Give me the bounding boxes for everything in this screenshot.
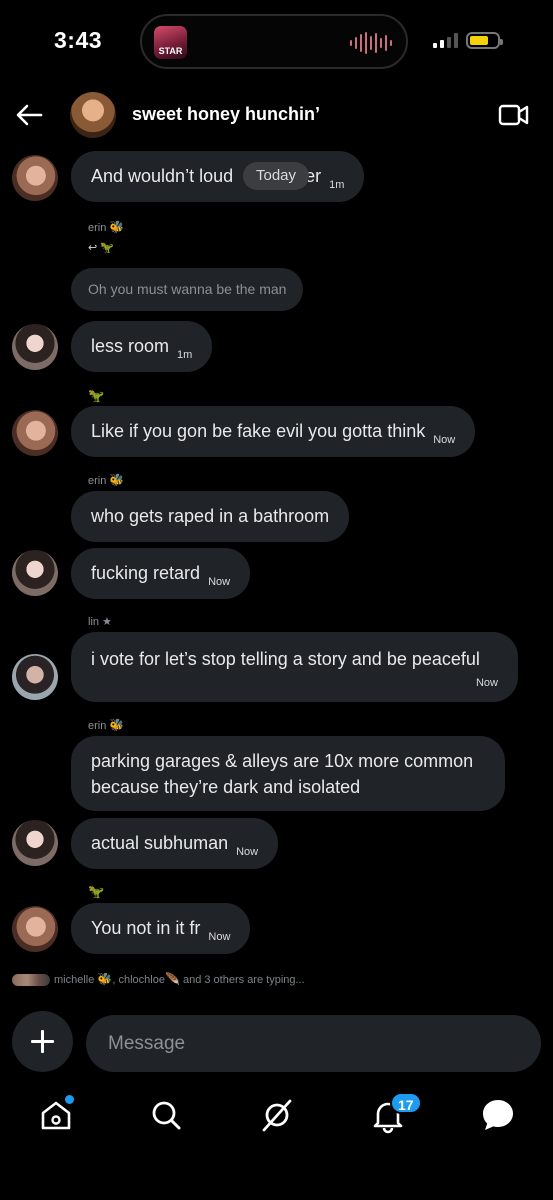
video-call-icon[interactable] xyxy=(497,101,531,129)
now-playing-label: STAR xyxy=(158,46,183,56)
message-timestamp: Now xyxy=(208,576,231,588)
sender-name: erin 🐝 xyxy=(88,220,125,234)
message-text: i vote for let’s stop telling a story an… xyxy=(91,649,480,669)
message-bubble[interactable]: And wouldn’t loud er 1m xyxy=(71,151,365,202)
sender-emoji: 🦖 xyxy=(88,388,105,403)
sender-emoji: 🐝 xyxy=(109,220,125,234)
home-icon[interactable] xyxy=(36,1095,76,1135)
notifications-icon[interactable]: 17 xyxy=(368,1092,422,1135)
conversation-title[interactable]: sweet honey hunchin’ xyxy=(132,104,320,125)
message-text: actual subhuman xyxy=(91,833,229,853)
sender-name: lin ★ xyxy=(88,616,112,628)
now-playing-thumbnail: STAR xyxy=(154,26,187,59)
notification-count-badge: 17 xyxy=(390,1092,422,1114)
message-text: less room xyxy=(91,336,170,356)
sender-avatar[interactable] xyxy=(12,654,58,700)
plus-icon[interactable] xyxy=(12,1011,73,1072)
message-text: And wouldn’t loud xyxy=(91,166,234,186)
search-icon[interactable] xyxy=(146,1095,186,1135)
message-text: who gets raped in a bathroom xyxy=(91,506,330,526)
conversation-header: sweet honey hunchin’ xyxy=(0,90,553,140)
bottom-tab-bar: 17 xyxy=(0,1085,553,1155)
message-timestamp: Now xyxy=(475,677,498,689)
message-bubble[interactable]: less room 1m xyxy=(71,321,213,372)
message-timestamp: Now xyxy=(236,846,259,858)
messages-icon[interactable] xyxy=(478,1095,518,1135)
message-bubble[interactable]: actual subhuman Now xyxy=(71,818,279,869)
sender-avatar[interactable] xyxy=(12,410,58,456)
grok-icon[interactable] xyxy=(257,1095,297,1135)
reply-marker: ↩ 🦖 xyxy=(88,242,114,254)
sender-avatar[interactable] xyxy=(12,906,58,952)
typing-avatars xyxy=(12,974,50,987)
sender-name: erin 🐝 xyxy=(88,718,125,732)
message-bubble[interactable]: Like if you gon be fake evil you gotta t… xyxy=(71,406,476,457)
sender-avatar[interactable] xyxy=(12,550,58,596)
message-text: fucking retard xyxy=(91,563,201,583)
message-bubble[interactable]: fucking retard Now xyxy=(71,548,251,599)
home-notification-dot xyxy=(65,1095,74,1104)
sender-emoji: 🐝 xyxy=(109,718,125,732)
group-avatar[interactable] xyxy=(70,92,116,138)
message-timestamp: 1m xyxy=(177,349,193,361)
date-divider: Today xyxy=(243,162,310,190)
typing-indicator: michelle 🐝, chlochloe🪶 and 3 others are … xyxy=(12,972,305,987)
sender-avatar[interactable] xyxy=(12,324,58,370)
sender-avatar[interactable] xyxy=(12,155,58,201)
sender-emoji: 🐝 xyxy=(109,473,125,487)
reply-quote-bubble[interactable]: Oh you must wanna be the man xyxy=(71,268,304,311)
status-time: 3:43 xyxy=(54,27,103,53)
sender-emoji: 🦖 xyxy=(88,884,105,899)
message-input[interactable] xyxy=(86,1015,541,1072)
message-text: You not in it fr xyxy=(91,918,201,938)
battery-level xyxy=(470,36,489,45)
cellular-signal-icon xyxy=(433,33,458,48)
message-bubble[interactable]: i vote for let’s stop telling a story an… xyxy=(71,632,518,702)
dynamic-island[interactable]: STAR xyxy=(140,14,408,69)
sender-name: erin 🐝 xyxy=(88,473,125,487)
back-arrow-icon[interactable] xyxy=(14,100,44,130)
message-timestamp: 1m xyxy=(329,179,345,191)
audio-waveform-icon xyxy=(350,32,392,54)
message-bubble[interactable]: You not in it fr Now xyxy=(71,903,251,954)
sender-avatar[interactable] xyxy=(12,820,58,866)
message-text: parking garages & alleys are 10x more co… xyxy=(91,751,474,797)
message-bubble[interactable]: who gets raped in a bathroom xyxy=(71,491,350,542)
battery-icon xyxy=(466,32,503,49)
message-timestamp: Now xyxy=(433,434,456,446)
message-timestamp: Now xyxy=(208,931,231,943)
message-text: Like if you gon be fake evil you gotta t… xyxy=(91,421,426,441)
message-bubble[interactable]: parking garages & alleys are 10x more co… xyxy=(71,736,505,811)
status-bar: 3:43 STAR xyxy=(0,0,553,80)
